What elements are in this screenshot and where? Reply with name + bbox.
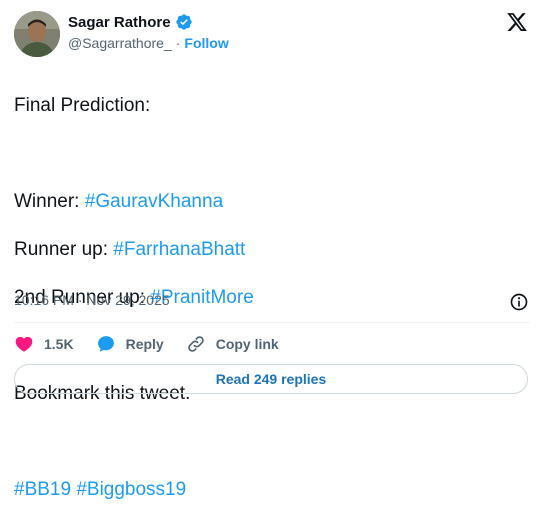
like-count: 1.5K [44,336,74,352]
heart-icon [15,336,33,352]
hashtag-link[interactable]: #FarrhanaBhatt [113,239,245,260]
tweet-line: #BB19 #Biggboss19 [14,478,524,502]
verified-badge-icon [175,13,193,31]
action-bar: 1.5K Reply Copy link [14,333,301,355]
reply-bubble-icon [97,336,114,352]
tweet-timestamp[interactable]: 10:16 PM · Nov 29, 2025 [14,292,170,308]
tweet-line-text: Final Prediction: [14,95,151,116]
author-handle-row: @Sagarrathore_ · Follow [68,35,229,51]
tweet-line: Final Prediction: [14,94,524,118]
info-icon[interactable] [509,292,529,312]
like-button[interactable]: 1.5K [14,334,74,354]
x-logo-icon[interactable] [506,11,528,33]
tweet-card: Sagar Rathore @Sagarrathore_ · Follow Fi… [0,0,539,500]
follow-button[interactable]: Follow [184,35,228,51]
author-display-name[interactable]: Sagar Rathore [68,14,171,31]
reply-label: Reply [125,336,164,352]
hashtag-link[interactable]: #Biggboss19 [76,479,186,500]
author-handle[interactable]: @Sagarrathore_ [68,35,172,51]
tweet-line-prefix: Runner up: [14,239,114,260]
reply-button[interactable]: Reply [96,334,164,354]
link-icon [187,336,204,352]
hashtag-link[interactable]: #GauravKhanna [85,191,223,212]
separator-dot: · [175,35,181,51]
tweet-line-prefix: Winner: [14,191,85,212]
read-replies-button[interactable]: Read 249 replies [14,364,528,394]
copy-link-button[interactable]: Copy link [186,334,279,354]
divider [14,322,530,323]
avatar[interactable] [14,11,60,57]
tweet-line: Winner: #GauravKhanna [14,190,524,214]
copy-link-label: Copy link [215,336,279,352]
hashtag-link[interactable]: #BB19 [14,479,71,500]
tweet-line: Runner up: #FarrhanaBhatt [14,238,524,262]
author-name-row: Sagar Rathore [68,12,193,32]
